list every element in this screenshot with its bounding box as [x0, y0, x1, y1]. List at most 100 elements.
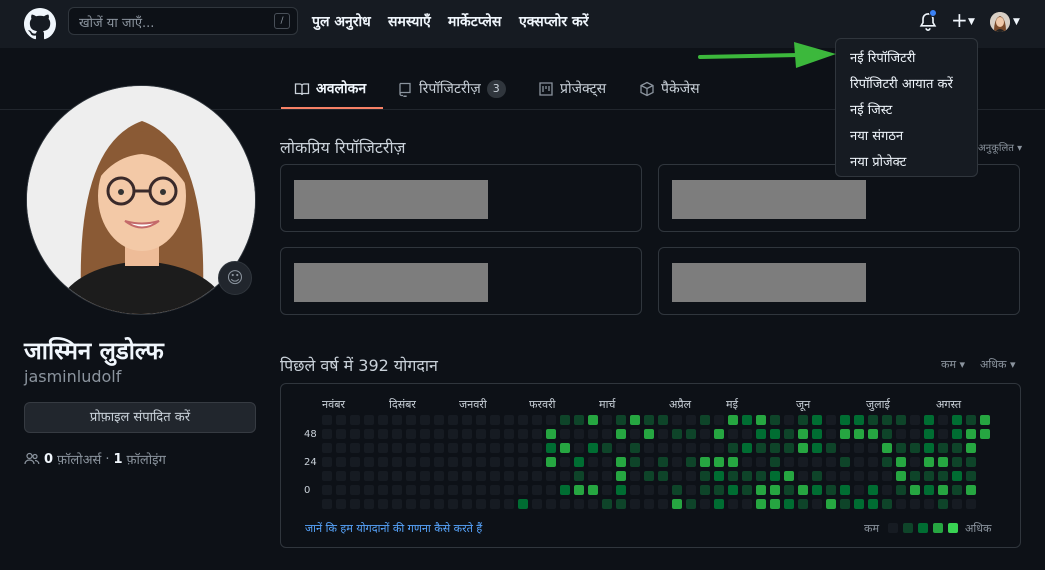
- contribution-day-cell[interactable]: [658, 485, 668, 495]
- contribution-day-cell[interactable]: [616, 443, 626, 453]
- contribution-day-cell[interactable]: [574, 457, 584, 467]
- contribution-day-cell[interactable]: [714, 499, 724, 509]
- contribution-day-cell[interactable]: [910, 415, 920, 425]
- contribution-day-cell[interactable]: [896, 429, 906, 439]
- set-status-smiley-icon[interactable]: ☺: [218, 261, 252, 295]
- contribution-day-cell[interactable]: [896, 471, 906, 481]
- contribution-day-cell[interactable]: [462, 499, 472, 509]
- contribution-day-cell[interactable]: [952, 415, 962, 425]
- contribution-day-cell[interactable]: [336, 429, 346, 439]
- contribution-day-cell[interactable]: [784, 499, 794, 509]
- contribution-day-cell[interactable]: [546, 457, 556, 467]
- contribution-day-cell[interactable]: [630, 415, 640, 425]
- contribution-day-cell[interactable]: [728, 429, 738, 439]
- contribution-day-cell[interactable]: [574, 429, 584, 439]
- contribution-day-cell[interactable]: [714, 443, 724, 453]
- contribution-day-cell[interactable]: [966, 443, 976, 453]
- contribution-day-cell[interactable]: [854, 415, 864, 425]
- contribution-day-cell[interactable]: [714, 485, 724, 495]
- contribution-day-cell[interactable]: [770, 443, 780, 453]
- contribution-day-cell[interactable]: [420, 499, 430, 509]
- github-logo-icon[interactable]: [24, 8, 56, 40]
- contribution-day-cell[interactable]: [854, 485, 864, 495]
- contribution-day-cell[interactable]: [644, 499, 654, 509]
- contribution-day-cell[interactable]: [448, 429, 458, 439]
- contribution-day-cell[interactable]: [938, 415, 948, 425]
- contribution-day-cell[interactable]: [392, 471, 402, 481]
- contribution-day-cell[interactable]: [616, 471, 626, 481]
- tab-overview[interactable]: अवलोकन: [294, 79, 366, 98]
- contribution-day-cell[interactable]: [686, 457, 696, 467]
- contribution-day-cell[interactable]: [518, 485, 528, 495]
- contribution-day-cell[interactable]: [616, 415, 626, 425]
- contribution-day-cell[interactable]: [714, 471, 724, 481]
- contribution-day-cell[interactable]: [868, 499, 878, 509]
- contribution-day-cell[interactable]: [812, 499, 822, 509]
- contribution-day-cell[interactable]: [518, 499, 528, 509]
- contribution-day-cell[interactable]: [826, 443, 836, 453]
- contribution-day-cell[interactable]: [434, 443, 444, 453]
- header-avatar[interactable]: [990, 12, 1010, 32]
- contribution-day-cell[interactable]: [812, 485, 822, 495]
- contribution-day-cell[interactable]: [490, 443, 500, 453]
- contribution-day-cell[interactable]: [630, 485, 640, 495]
- contribution-day-cell[interactable]: [504, 415, 514, 425]
- contribution-day-cell[interactable]: [924, 457, 934, 467]
- contribution-day-cell[interactable]: [784, 415, 794, 425]
- contribution-day-cell[interactable]: [756, 457, 766, 467]
- contribution-day-cell[interactable]: [784, 457, 794, 467]
- contribution-day-cell[interactable]: [952, 485, 962, 495]
- contribution-day-cell[interactable]: [966, 429, 976, 439]
- contribution-day-cell[interactable]: [644, 415, 654, 425]
- contribution-day-cell[interactable]: [784, 471, 794, 481]
- contribution-day-cell[interactable]: [434, 485, 444, 495]
- contribution-day-cell[interactable]: [448, 485, 458, 495]
- contribution-day-cell[interactable]: [938, 429, 948, 439]
- contribution-day-cell[interactable]: [812, 429, 822, 439]
- contribution-day-cell[interactable]: [658, 415, 668, 425]
- contribution-day-cell[interactable]: [770, 457, 780, 467]
- contribution-day-cell[interactable]: [574, 415, 584, 425]
- contribution-day-cell[interactable]: [392, 415, 402, 425]
- contribution-day-cell[interactable]: [392, 457, 402, 467]
- contribution-day-cell[interactable]: [672, 457, 682, 467]
- contribution-day-cell[interactable]: [560, 443, 570, 453]
- contribution-day-cell[interactable]: [742, 485, 752, 495]
- contribution-day-cell[interactable]: [910, 485, 920, 495]
- contribution-day-cell[interactable]: [756, 415, 766, 425]
- contribution-day-cell[interactable]: [924, 499, 934, 509]
- contribution-day-cell[interactable]: [490, 415, 500, 425]
- contribution-day-cell[interactable]: [364, 429, 374, 439]
- contribution-day-cell[interactable]: [840, 485, 850, 495]
- contribution-day-cell[interactable]: [588, 457, 598, 467]
- contribution-day-cell[interactable]: [420, 471, 430, 481]
- menu-item-new-gist[interactable]: नई जिस्ट: [850, 100, 892, 118]
- contribution-day-cell[interactable]: [770, 485, 780, 495]
- contribution-day-cell[interactable]: [392, 485, 402, 495]
- contribution-day-cell[interactable]: [434, 415, 444, 425]
- contribution-day-cell[interactable]: [476, 485, 486, 495]
- contribution-day-cell[interactable]: [952, 471, 962, 481]
- contribution-day-cell[interactable]: [728, 415, 738, 425]
- contribution-day-cell[interactable]: [546, 443, 556, 453]
- contribution-day-cell[interactable]: [504, 429, 514, 439]
- contribution-day-cell[interactable]: [812, 457, 822, 467]
- contribution-day-cell[interactable]: [910, 471, 920, 481]
- contribution-day-cell[interactable]: [350, 415, 360, 425]
- contribution-day-cell[interactable]: [322, 499, 332, 509]
- contribution-day-cell[interactable]: [364, 485, 374, 495]
- contribution-day-cell[interactable]: [952, 443, 962, 453]
- contribution-day-cell[interactable]: [574, 485, 584, 495]
- contribution-day-cell[interactable]: [882, 443, 892, 453]
- contribution-day-cell[interactable]: [644, 429, 654, 439]
- contribution-day-cell[interactable]: [588, 485, 598, 495]
- contribution-day-cell[interactable]: [378, 499, 388, 509]
- contribution-day-cell[interactable]: [728, 485, 738, 495]
- contribution-day-cell[interactable]: [910, 429, 920, 439]
- contribution-day-cell[interactable]: [574, 471, 584, 481]
- contribution-day-cell[interactable]: [686, 499, 696, 509]
- contribution-day-cell[interactable]: [966, 471, 976, 481]
- contribution-day-cell[interactable]: [462, 429, 472, 439]
- contribution-day-cell[interactable]: [378, 443, 388, 453]
- contribution-day-cell[interactable]: [910, 457, 920, 467]
